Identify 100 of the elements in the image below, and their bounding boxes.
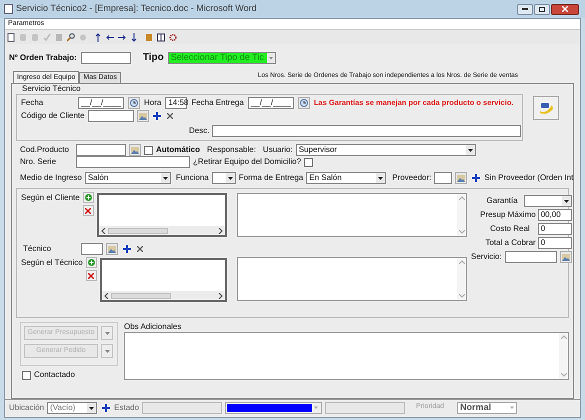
serial-number-field[interactable] (76, 156, 190, 168)
confirm-button[interactable] (533, 96, 559, 120)
check-icon[interactable] (43, 32, 51, 42)
scroll-up-icon[interactable] (458, 260, 464, 264)
text-area[interactable] (237, 257, 467, 301)
label: Estado (114, 402, 140, 412)
budget-field[interactable]: 00,00 (538, 209, 572, 221)
text-area[interactable] (237, 193, 467, 237)
delete-button[interactable] (86, 270, 97, 281)
checkbox[interactable] (22, 370, 31, 380)
time-field[interactable]: 14:58 (165, 97, 188, 109)
plus-icon (102, 404, 110, 412)
lookup-button[interactable] (560, 251, 572, 263)
scroll-up-icon[interactable] (560, 335, 566, 339)
close-button[interactable] (551, 4, 579, 14)
label: Desc. (189, 126, 209, 136)
label: Tipo (142, 53, 164, 63)
delivery-dropdown[interactable]: En Salón (306, 172, 386, 184)
label: Ubicación (9, 402, 44, 412)
priority-dropdown[interactable]: Normal (457, 402, 518, 414)
add-button[interactable] (86, 257, 97, 268)
arrow-icon[interactable] (118, 32, 126, 42)
add-button[interactable] (82, 192, 94, 203)
checkbox[interactable] (304, 158, 314, 166)
menu-button[interactable] (101, 344, 113, 358)
lookup-button[interactable] (455, 172, 468, 184)
label: Presup Máximo (480, 210, 536, 220)
label: Fecha (21, 98, 44, 108)
columns-icon[interactable] (157, 32, 165, 42)
add-button[interactable] (470, 172, 482, 184)
location-dropdown[interactable]: (Vacío) (47, 402, 98, 414)
list-box[interactable] (100, 258, 227, 302)
calendar-button[interactable] (128, 97, 140, 109)
label: Según el Cliente (21, 193, 80, 204)
label: Técnico (23, 244, 52, 254)
supplier-field[interactable] (434, 172, 452, 184)
total-field[interactable]: 0 (538, 237, 572, 249)
add-button[interactable] (152, 110, 163, 122)
search-icon[interactable] (67, 32, 75, 42)
warranty-dropdown[interactable] (524, 195, 572, 207)
scroll-left-icon[interactable] (100, 228, 106, 234)
add-button[interactable] (100, 402, 112, 413)
product-code-field[interactable] (76, 144, 126, 156)
lookup-button[interactable] (106, 243, 118, 255)
doc-icon[interactable] (7, 32, 15, 42)
arrow-icon[interactable] (130, 32, 138, 42)
label: Contactado (34, 370, 75, 380)
user-dropdown[interactable]: Supervisor (296, 144, 476, 156)
vertical-scrollbar[interactable] (457, 258, 466, 300)
scroll-down-icon[interactable] (560, 373, 566, 377)
calendar-button[interactable] (298, 97, 310, 109)
maximize-icon (539, 6, 545, 12)
client-code-field[interactable] (88, 110, 134, 122)
scroll-right-icon[interactable] (218, 228, 223, 234)
status-field[interactable] (142, 402, 222, 414)
vertical-scrollbar[interactable] (559, 333, 568, 379)
works-dropdown[interactable] (212, 172, 236, 184)
scroll-right-icon[interactable] (218, 292, 223, 298)
status-field[interactable] (325, 402, 406, 414)
text-area[interactable] (124, 332, 569, 380)
add-button[interactable] (121, 244, 132, 254)
close-icon (88, 272, 94, 278)
date-field[interactable]: __/__/____ (78, 97, 124, 109)
picture-icon (108, 246, 116, 252)
close-button[interactable] (135, 244, 144, 254)
horizontal-scrollbar[interactable] (98, 226, 225, 235)
close-icon (136, 246, 142, 252)
app-icon (4, 4, 13, 14)
scroll-up-icon[interactable] (458, 196, 464, 200)
description-field[interactable] (212, 125, 521, 137)
arrow-icon[interactable] (106, 32, 114, 42)
arrow-icon[interactable] (94, 32, 102, 42)
label: Funciona (176, 173, 209, 183)
scroll-left-icon[interactable] (104, 292, 109, 298)
color-dropdown[interactable] (225, 402, 322, 414)
minimize-button[interactable] (517, 4, 533, 14)
scroll-down-icon[interactable] (458, 294, 464, 298)
checkbox[interactable] (144, 146, 153, 154)
menu-button[interactable] (101, 326, 113, 340)
delete-button[interactable] (82, 205, 94, 216)
vertical-scrollbar[interactable] (457, 194, 466, 236)
technician-field[interactable] (81, 243, 103, 255)
label: Código de Cliente (21, 111, 85, 121)
intake-dropdown[interactable]: Salón (84, 172, 171, 184)
label: Responsable: (207, 145, 256, 155)
list-box[interactable] (96, 193, 227, 237)
label: Nº Orden Trabajo: (9, 53, 77, 63)
gear-icon[interactable] (169, 32, 177, 42)
scroll-down-icon[interactable] (458, 230, 464, 234)
order-number-field[interactable] (80, 52, 131, 64)
close-button[interactable] (166, 112, 175, 120)
service-field[interactable] (504, 251, 557, 263)
horizontal-scrollbar[interactable] (102, 291, 225, 300)
date-field[interactable]: __/__/____ (248, 97, 294, 109)
maximize-button[interactable] (534, 4, 550, 14)
caret-icon (104, 332, 110, 334)
cost-field[interactable]: 0 (538, 223, 572, 235)
lookup-button[interactable] (129, 144, 141, 156)
label: Forma de Entrega (238, 173, 304, 183)
plus-icon (153, 112, 162, 120)
